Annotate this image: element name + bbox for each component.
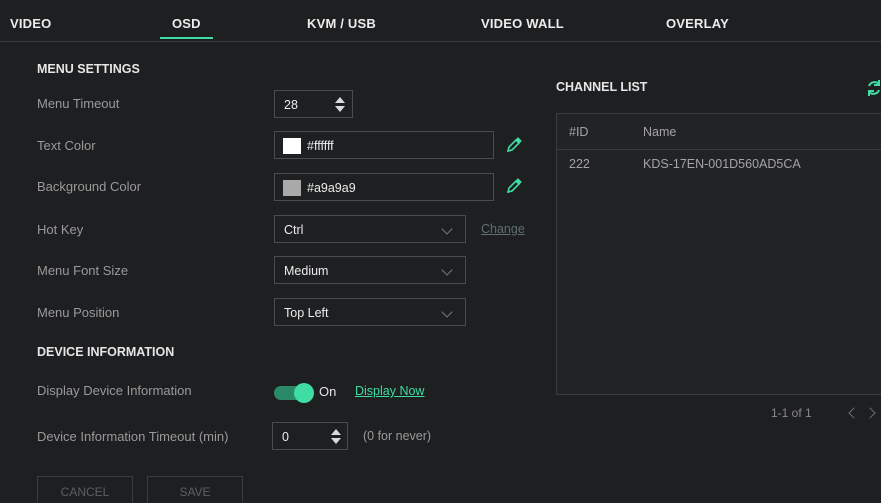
column-header-id: #ID <box>569 125 589 139</box>
column-header-name: Name <box>643 125 677 139</box>
pagination-text: 1-1 of 1 <box>771 406 812 420</box>
text-color-swatch <box>283 138 301 154</box>
eyedropper-icon[interactable] <box>505 177 523 195</box>
menu-settings-title: MENU SETTINGS <box>37 62 140 76</box>
channel-list-title: CHANNEL LIST <box>556 80 648 94</box>
text-color-value: #ffffff <box>307 139 334 153</box>
background-color-label: Background Color <box>37 179 142 194</box>
hot-key-label: Hot Key <box>37 222 84 237</box>
device-info-timeout-value: 0 <box>282 430 289 444</box>
chevron-down-icon <box>441 306 453 318</box>
save-button[interactable]: SAVE <box>147 476 243 503</box>
chevron-right-icon[interactable] <box>864 407 876 419</box>
tab-bar: VIDEO OSD KVM / USB VIDEO WALL OVERLAY <box>0 0 881 42</box>
toggle-knob <box>294 383 314 403</box>
display-now-link[interactable]: Display Now <box>355 384 424 398</box>
display-device-info-label: Display Device Information <box>37 383 192 398</box>
device-information-title: DEVICE INFORMATION <box>37 345 175 359</box>
chevron-down-icon <box>441 264 453 276</box>
menu-font-size-value: Medium <box>284 264 329 278</box>
refresh-icon[interactable] <box>865 78 881 98</box>
tab-kvm-usb[interactable]: KVM / USB <box>307 16 376 31</box>
table-row[interactable]: 222 KDS-17EN-001D560AD5CA <box>557 150 881 176</box>
chevron-down-icon <box>441 223 453 235</box>
change-hotkey-link[interactable]: Change <box>481 222 525 236</box>
cancel-button[interactable]: CANCEL <box>37 476 133 503</box>
tab-osd[interactable]: OSD <box>160 16 213 39</box>
tab-video[interactable]: VIDEO <box>10 16 51 31</box>
tab-overlay[interactable]: OVERLAY <box>666 16 729 31</box>
table-header: #ID Name <box>557 114 881 150</box>
timeout-hint: (0 for never) <box>363 429 432 443</box>
hot-key-value: Ctrl <box>284 223 304 237</box>
device-info-timeout-label: Device Information Timeout (min) <box>37 429 229 444</box>
menu-timeout-stepper[interactable]: 28 <box>274 90 353 118</box>
display-device-info-toggle[interactable] <box>274 383 314 403</box>
menu-timeout-value: 28 <box>284 98 298 112</box>
device-info-timeout-stepper[interactable]: 0 <box>272 422 348 450</box>
row-id: 222 <box>569 157 590 171</box>
tab-video-wall[interactable]: VIDEO WALL <box>481 16 564 31</box>
menu-position-select[interactable]: Top Left <box>274 298 466 326</box>
menu-font-size-label: Menu Font Size <box>37 263 129 278</box>
text-color-label: Text Color <box>37 138 96 153</box>
text-color-field[interactable]: #ffffff <box>274 131 494 159</box>
hot-key-select[interactable]: Ctrl <box>274 215 466 243</box>
toggle-state-label: On <box>319 384 337 399</box>
row-name: KDS-17EN-001D560AD5CA <box>643 157 801 171</box>
menu-position-value: Top Left <box>284 306 329 320</box>
background-color-field[interactable]: #a9a9a9 <box>274 173 494 201</box>
chevron-left-icon[interactable] <box>848 407 860 419</box>
eyedropper-icon[interactable] <box>505 136 523 154</box>
menu-position-label: Menu Position <box>37 305 120 320</box>
background-color-swatch <box>283 180 301 196</box>
menu-timeout-label: Menu Timeout <box>37 96 120 111</box>
channel-list-table: #ID Name 222 KDS-17EN-001D560AD5CA <box>556 113 881 395</box>
menu-font-size-select[interactable]: Medium <box>274 256 466 284</box>
background-color-value: #a9a9a9 <box>307 181 356 195</box>
